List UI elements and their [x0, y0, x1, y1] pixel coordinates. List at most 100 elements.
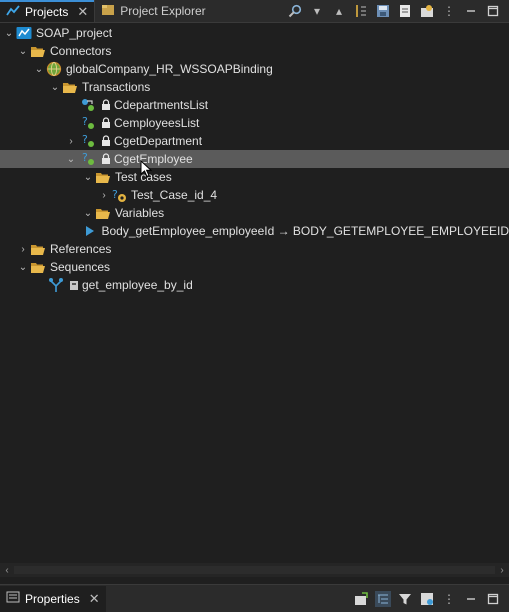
tree-item-label: CgetDepartment: [114, 134, 203, 148]
lock-icon: [100, 97, 112, 113]
close-icon[interactable]: ✕: [77, 4, 88, 20]
tree-item-sequences[interactable]: ⌄ Sequences: [0, 258, 509, 276]
scrollbar-track[interactable]: [14, 566, 495, 574]
sort-icon[interactable]: [353, 3, 369, 19]
tab-properties[interactable]: Properties ✕: [0, 585, 106, 612]
tree-item-label: Test_Case_id_4: [131, 188, 218, 202]
save-icon[interactable]: [375, 3, 391, 19]
tree-item-get-employee-by-id[interactable]: get_employee_by_id: [0, 276, 509, 294]
filter-icon[interactable]: [397, 591, 413, 607]
transaction-icon: [80, 97, 96, 113]
lock-icon: [100, 151, 112, 167]
chevron-down-icon[interactable]: ⌄: [16, 42, 30, 60]
tree-item-label: Transactions: [82, 80, 151, 94]
folder-open-icon: [62, 79, 78, 95]
tree-item-label: get_employee_by_id: [82, 278, 193, 292]
folder-open-icon: [95, 169, 111, 185]
chevron-down-icon[interactable]: ▾: [309, 3, 325, 19]
transaction-icon: ?: [80, 133, 96, 149]
chevron-down-icon[interactable]: ⌄: [48, 78, 62, 96]
transaction-icon: ?: [80, 115, 96, 131]
tree-item-label: References: [50, 242, 112, 256]
svg-text:?: ?: [112, 188, 118, 201]
chevron-down-icon[interactable]: ⌄: [16, 258, 30, 276]
tree-item-connectors[interactable]: ⌄ Connectors: [0, 42, 509, 60]
tree-item-label: SOAP_project: [36, 26, 113, 40]
close-icon[interactable]: ✕: [89, 591, 100, 607]
svg-text:?: ?: [82, 151, 88, 164]
projects-view-icon: [6, 4, 20, 20]
chevron-down-icon[interactable]: ⌄: [32, 60, 46, 78]
tree-item-global-company-connector[interactable]: ⌄ globalCompany_HR_WSSOAPBinding: [0, 60, 509, 78]
view-toolbar: ▾ ▴ ⋮: [287, 3, 509, 19]
chevron-right-icon[interactable]: ›: [97, 186, 111, 204]
properties-toolbar: ⋮: [353, 590, 509, 607]
maximize-icon[interactable]: [485, 3, 501, 19]
svg-text:?: ?: [82, 115, 88, 128]
tree-item-variables[interactable]: ⌄ Variables: [0, 204, 509, 222]
folder-open-icon: [30, 259, 46, 275]
horizontal-scrollbar[interactable]: ‹ ›: [0, 563, 509, 577]
globe-connector-icon: [46, 61, 62, 77]
variable-icon: [83, 223, 97, 239]
properties-tab-bar: Properties ✕ ⋮: [0, 584, 509, 612]
tree-item-label: Connectors: [50, 44, 112, 58]
svg-text:?: ?: [82, 133, 88, 146]
project-tree: ⌄ SOAP_project ⌄ Connectors ⌄ globalComp…: [0, 23, 509, 563]
tree-item-references[interactable]: › References: [0, 240, 509, 258]
mouse-cursor-icon: [140, 159, 153, 181]
chevron-down-icon[interactable]: ⌄: [81, 168, 95, 186]
tree-item-transactions[interactable]: ⌄ Transactions: [0, 78, 509, 96]
view-tab-bar: Projects ✕ Project Explorer ▾ ▴ ⋮: [0, 0, 509, 23]
tree-item-cgetemployee[interactable]: ⌄ ? CgetEmployee: [0, 150, 509, 168]
lock-icon: [100, 115, 112, 131]
tree-item-label: Variables: [115, 206, 165, 220]
tree-item-cemployeeslist[interactable]: ? CemployeesList: [0, 114, 509, 132]
minimize-icon[interactable]: [463, 591, 479, 607]
pin-icon[interactable]: [353, 591, 369, 607]
tree-item-test-cases[interactable]: ⌄ Test cases: [0, 168, 509, 186]
chevron-right-icon[interactable]: ›: [64, 132, 78, 150]
folder-open-icon: [30, 43, 46, 59]
tree-item-label: globalCompany_HR_WSSOAPBinding: [66, 62, 273, 76]
chevron-right-icon[interactable]: ›: [16, 240, 30, 258]
scroll-right-icon[interactable]: ›: [495, 565, 509, 576]
document-icon[interactable]: [397, 3, 413, 19]
kebab-menu-icon[interactable]: ⋮: [441, 3, 457, 19]
tree-item-test-case-id-4[interactable]: › ? Test_Case_id_4: [0, 186, 509, 204]
tab-projects[interactable]: Projects ✕: [0, 0, 95, 22]
tab-properties-label: Properties: [25, 591, 80, 606]
build-icon[interactable]: [419, 3, 435, 19]
search-icon[interactable]: [287, 3, 303, 19]
kebab-menu-icon[interactable]: ⋮: [441, 591, 457, 607]
advanced-properties-icon[interactable]: [419, 591, 435, 607]
tree-item-cgetdepartment[interactable]: › ? CgetDepartment: [0, 132, 509, 150]
lock-icon: [100, 133, 112, 149]
tab-projects-label: Projects: [25, 5, 69, 19]
project-icon: [16, 25, 32, 41]
minimize-icon[interactable]: [463, 3, 479, 19]
properties-view-icon: [6, 591, 20, 606]
tree-item-label: CdepartmentsList: [114, 98, 209, 112]
tree-item-soap-project[interactable]: ⌄ SOAP_project: [0, 24, 509, 42]
scroll-left-icon[interactable]: ‹: [0, 565, 14, 576]
sequence-icon: [48, 277, 64, 293]
test-case-icon: ?: [111, 187, 127, 203]
lock-icon: [68, 277, 80, 293]
tab-project-explorer-label: Project Explorer: [120, 4, 206, 18]
folder-open-icon: [95, 205, 111, 221]
tree-item-variable-body-getemployee-employeeid[interactable]: Body_getEmployee_employeeId → BODY_GETEM…: [0, 222, 509, 240]
tree-item-cdepartmentslist[interactable]: CdepartmentsList: [0, 96, 509, 114]
chevron-down-icon[interactable]: ⌄: [64, 150, 78, 168]
chevron-down-icon[interactable]: ⌄: [2, 24, 16, 42]
transaction-icon: ?: [80, 151, 96, 167]
tree-item-label: CgetEmployee: [114, 152, 193, 166]
project-explorer-icon: [101, 4, 115, 19]
chevron-up-icon[interactable]: ▴: [331, 3, 347, 19]
tree-item-label: Sequences: [50, 260, 111, 274]
maximize-icon[interactable]: [485, 591, 501, 607]
tree-view-icon[interactable]: [375, 590, 391, 607]
folder-open-icon: [30, 241, 46, 257]
tab-project-explorer[interactable]: Project Explorer: [94, 0, 211, 22]
chevron-down-icon[interactable]: ⌄: [81, 204, 95, 222]
